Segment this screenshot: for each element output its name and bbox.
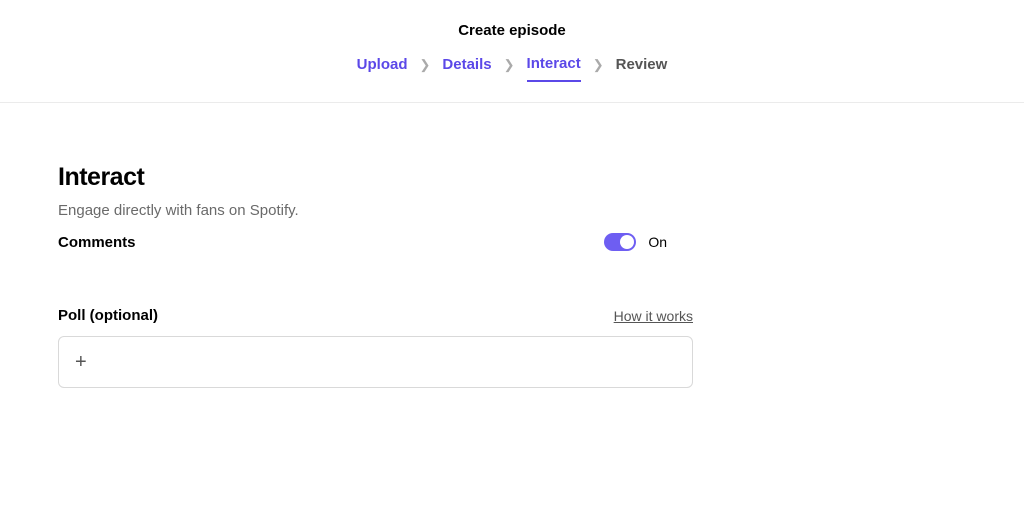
- comments-label: Comments: [58, 234, 136, 251]
- plus-icon: +: [75, 352, 87, 372]
- header: Create episode Upload ❯ Details ❯ Intera…: [0, 0, 1024, 103]
- chevron-right-icon: ❯: [420, 57, 431, 81]
- poll-label: Poll (optional): [58, 307, 158, 324]
- chevron-right-icon: ❯: [593, 57, 604, 81]
- section-subtitle: Engage directly with fans on Spotify.: [58, 202, 660, 219]
- main-content: Interact Engage directly with fans on Sp…: [0, 103, 700, 388]
- toggle-knob: [620, 235, 634, 249]
- breadcrumb-step-review: Review: [616, 56, 668, 81]
- toggle-state-label: On: [648, 234, 667, 250]
- comments-toggle[interactable]: [604, 233, 636, 251]
- breadcrumb-step-interact[interactable]: Interact: [527, 55, 581, 82]
- how-it-works-link[interactable]: How it works: [614, 308, 693, 324]
- breadcrumb-step-upload[interactable]: Upload: [357, 56, 408, 81]
- comments-row: Comments On: [58, 233, 693, 251]
- page-title: Create episode: [0, 22, 1024, 39]
- breadcrumb-step-details[interactable]: Details: [442, 56, 491, 81]
- comments-toggle-group: On: [604, 233, 667, 251]
- add-poll-button[interactable]: +: [58, 336, 693, 388]
- poll-row: Poll (optional) How it works: [58, 307, 693, 324]
- breadcrumb: Upload ❯ Details ❯ Interact ❯ Review: [0, 55, 1024, 82]
- chevron-right-icon: ❯: [504, 57, 515, 81]
- section-title: Interact: [58, 163, 660, 192]
